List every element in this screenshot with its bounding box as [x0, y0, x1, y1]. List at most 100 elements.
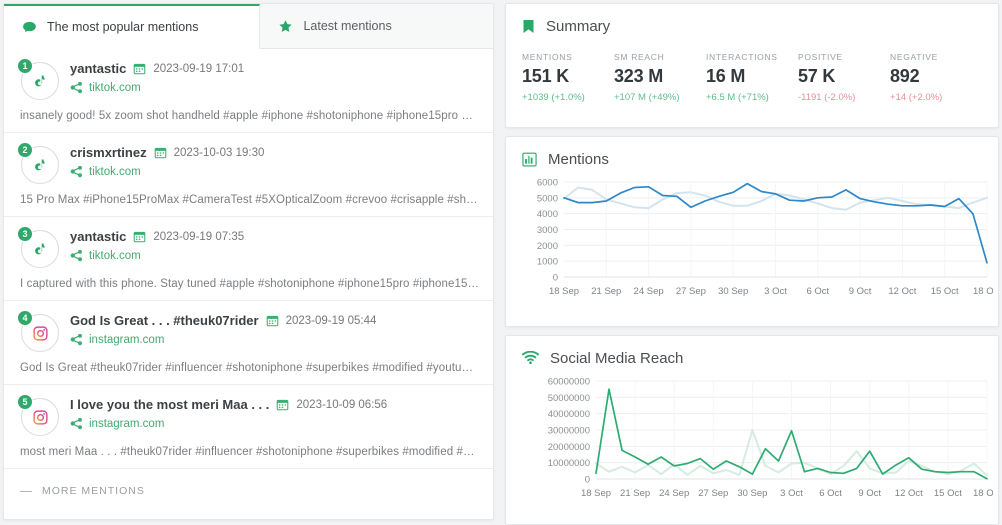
svg-text:18 Oct: 18 Oct	[973, 488, 993, 499]
bookmark-icon	[522, 19, 535, 35]
svg-text:6 Oct: 6 Oct	[819, 488, 842, 499]
mention-domain-link[interactable]: tiktok.com	[89, 82, 141, 94]
mention-text: 15 Pro Max #iPhone15ProMax #CameraTest #…	[20, 194, 479, 206]
mention-author[interactable]: God Is Great . . . #theuk07rider	[70, 313, 259, 328]
stat-delta: -1191 (-2.0%)	[798, 92, 890, 103]
more-mentions-button[interactable]: MORE MENTIONS	[4, 469, 493, 519]
svg-text:60000000: 60000000	[548, 376, 590, 387]
calendar-icon	[276, 398, 289, 411]
mentions-card: The most popular mentions Latest mention…	[3, 3, 494, 520]
summary-title: Summary	[546, 18, 610, 35]
mention-text: I captured with this phone. Stay tuned #…	[20, 278, 479, 290]
mentions-chart-header: Mentions	[506, 137, 998, 168]
svg-text:24 Sep: 24 Sep	[659, 488, 689, 499]
svg-text:30 Sep: 30 Sep	[718, 286, 748, 297]
rank-badge: 5	[17, 394, 33, 410]
svg-text:21 Sep: 21 Sep	[591, 286, 621, 297]
svg-text:3 Oct: 3 Oct	[780, 488, 803, 499]
svg-text:6000: 6000	[537, 178, 558, 189]
svg-text:0: 0	[585, 474, 590, 485]
rank-badge: 3	[17, 226, 33, 242]
svg-text:15 Oct: 15 Oct	[934, 488, 962, 499]
svg-text:27 Sep: 27 Sep	[698, 488, 728, 499]
stat-value: 57 K	[798, 66, 890, 87]
list-item[interactable]: 1 yantastic	[4, 49, 493, 133]
stat-label: POSITIVE	[798, 52, 890, 62]
tab-label: The most popular mentions	[47, 20, 198, 34]
mention-text: most meri Maa . . . #theuk07rider #influ…	[20, 446, 479, 458]
reach-chart-title: Social Media Reach	[550, 350, 683, 367]
mention-domain-link[interactable]: instagram.com	[89, 418, 164, 430]
calendar-icon	[133, 230, 146, 243]
svg-text:18 Sep: 18 Sep	[581, 488, 611, 499]
stat-value: 16 M	[706, 66, 798, 87]
share-icon	[70, 333, 83, 346]
mention-domain-link[interactable]: tiktok.com	[89, 250, 141, 262]
mention-author[interactable]: I love you the most meri Maa . . .	[70, 397, 269, 412]
mentions-chart-plot[interactable]: 010002000300040005000600018 Sep21 Sep24 …	[506, 168, 998, 307]
list-item[interactable]: 5	[4, 385, 493, 469]
stat-value: 892	[890, 66, 982, 87]
list-item[interactable]: 3 yantastic	[4, 217, 493, 301]
mentions-tabs: The most popular mentions Latest mention…	[4, 4, 493, 49]
mention-date: 2023-10-03 19:30	[174, 147, 265, 159]
tab-label: Latest mentions	[303, 19, 391, 33]
svg-text:0: 0	[553, 273, 558, 284]
svg-text:5000: 5000	[537, 193, 558, 204]
avatar: 4	[18, 311, 60, 353]
svg-text:6 Oct: 6 Oct	[806, 286, 829, 297]
share-icon	[70, 165, 83, 178]
svg-text:15 Oct: 15 Oct	[931, 286, 959, 297]
mention-author[interactable]: crismxrtinez	[70, 145, 147, 160]
reach-chart-plot[interactable]: 0100000002000000030000000400000005000000…	[506, 367, 998, 509]
avatar: 2	[18, 143, 60, 185]
star-icon	[278, 19, 293, 34]
stat-delta: +1039 (+1.0%)	[522, 92, 614, 103]
svg-text:21 Sep: 21 Sep	[620, 488, 650, 499]
rank-badge: 2	[17, 142, 33, 158]
mention-author[interactable]: yantastic	[70, 229, 126, 244]
wifi-icon	[522, 351, 539, 365]
share-icon	[70, 417, 83, 430]
mentions-list: 1 yantastic	[4, 49, 493, 469]
mentions-chart-title: Mentions	[548, 151, 609, 168]
svg-text:18 Sep: 18 Sep	[549, 286, 579, 297]
reach-chart-header: Social Media Reach	[506, 336, 998, 367]
mention-author[interactable]: yantastic	[70, 61, 126, 76]
list-item[interactable]: 4	[4, 301, 493, 385]
share-icon	[70, 249, 83, 262]
avatar: 5	[18, 395, 60, 437]
svg-text:2000: 2000	[537, 241, 558, 252]
analytics-column: Summary MENTIONS 151 K +1039 (+1.0%) SM …	[505, 0, 1002, 525]
stat-label: NEGATIVE	[890, 52, 982, 62]
svg-text:3 Oct: 3 Oct	[764, 286, 787, 297]
stat-delta: +14 (+2.0%)	[890, 92, 982, 103]
svg-text:10000000: 10000000	[548, 458, 590, 469]
stat-negative: NEGATIVE 892 +14 (+2.0%)	[890, 52, 982, 103]
svg-text:20000000: 20000000	[548, 441, 590, 452]
tab-latest-mentions[interactable]: Latest mentions	[260, 4, 493, 48]
mention-date: 2023-10-09 06:56	[296, 399, 387, 411]
stat-value: 323 M	[614, 66, 706, 87]
stat-positive: POSITIVE 57 K -1191 (-2.0%)	[798, 52, 890, 103]
calendar-icon	[154, 146, 167, 159]
svg-text:1000: 1000	[537, 257, 558, 268]
tab-most-popular-mentions[interactable]: The most popular mentions	[4, 4, 260, 49]
mention-date: 2023-09-19 17:01	[153, 63, 244, 75]
reach-chart-card: Social Media Reach 0 10000000 20000000 3000…	[505, 335, 999, 525]
stat-interactions: INTERACTIONS 16 M +6.5 M (+71%)	[706, 52, 798, 103]
svg-text:12 Oct: 12 Oct	[888, 286, 916, 297]
svg-text:27 Sep: 27 Sep	[676, 286, 706, 297]
mention-domain-link[interactable]: tiktok.com	[89, 166, 141, 178]
summary-stats: MENTIONS 151 K +1039 (+1.0%) SM REACH 32…	[506, 35, 998, 103]
avatar: 3	[18, 227, 60, 269]
list-item[interactable]: 2 crismxrtinez	[4, 133, 493, 217]
bar-chart-icon	[522, 152, 537, 167]
calendar-icon	[133, 62, 146, 75]
stat-sm-reach: SM REACH 323 M +107 M (+49%)	[614, 52, 706, 103]
mention-text: God Is Great #theuk07rider #influencer #…	[20, 362, 479, 374]
rank-badge: 4	[17, 310, 33, 326]
svg-text:30000000: 30000000	[548, 425, 590, 436]
mention-domain-link[interactable]: instagram.com	[89, 334, 164, 346]
stat-label: SM REACH	[614, 52, 706, 62]
